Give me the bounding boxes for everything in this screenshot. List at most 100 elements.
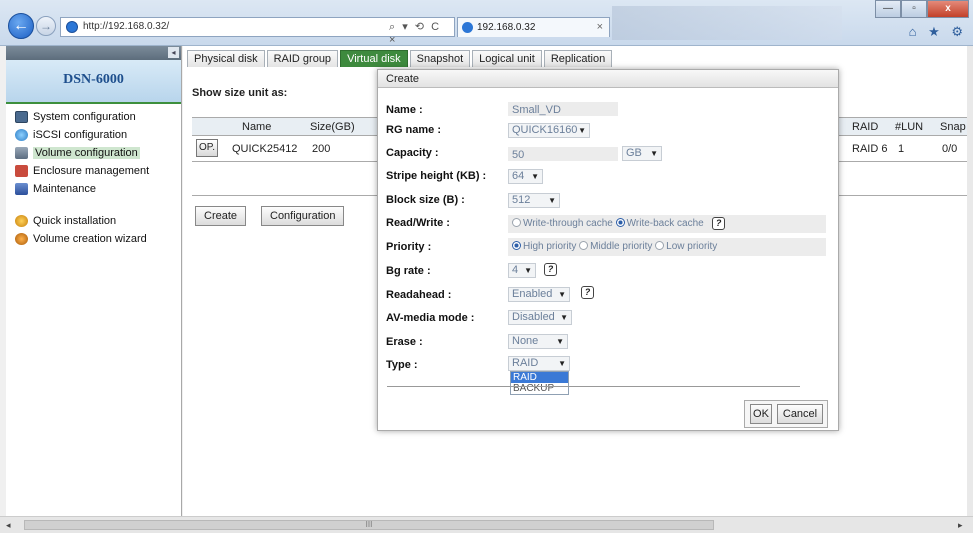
- address-bar[interactable]: http://192.168.0.32/ ⌕ ▾ ⟲ C ×: [60, 17, 455, 46]
- sidebar-item-label: Enclosure management: [33, 165, 150, 177]
- sidebar-item-volume-configuration[interactable]: Volume configuration: [6, 144, 181, 162]
- block-size-label: Block size (B) :: [386, 194, 465, 206]
- type-option-raid[interactable]: RAID: [511, 372, 568, 383]
- create-button[interactable]: Create: [195, 206, 247, 226]
- stripe-height-select[interactable]: 64 ▼: [508, 169, 543, 184]
- tab-raid-group[interactable]: RAID group: [266, 50, 339, 67]
- chevron-down-icon: ▼: [556, 337, 564, 346]
- erase-select[interactable]: None ▼: [508, 334, 568, 349]
- horizontal-scrollbar[interactable]: ◂ III ▸: [0, 516, 973, 533]
- col-size: Size(GB): [310, 121, 355, 133]
- middle-priority-radio[interactable]: [579, 241, 589, 250]
- block-size-select[interactable]: 512 ▼: [508, 193, 560, 208]
- read-write-label: Read/Write :: [386, 217, 450, 229]
- write-through-label: Write-through cache: [523, 218, 613, 229]
- browser-chrome: ← → http://192.168.0.32/ ⌕ ▾ ⟲ C × 192.1…: [0, 0, 973, 46]
- op-button[interactable]: OP.: [196, 139, 218, 157]
- scroll-left-icon[interactable]: ◂: [6, 520, 11, 531]
- tab-page-icon: [462, 22, 473, 33]
- address-tools[interactable]: ⌕ ▾ ⟲ C ×: [389, 20, 454, 46]
- scroll-thumb[interactable]: III: [24, 520, 714, 530]
- rg-name-label: RG name :: [386, 124, 442, 136]
- ok-button[interactable]: OK: [750, 404, 772, 424]
- configuration-button[interactable]: Configuration: [261, 206, 345, 226]
- collapse-icon[interactable]: ◂: [168, 47, 179, 58]
- create-dialog: Create Name : Small_VD RG name : QUICK16…: [377, 69, 839, 431]
- menu-spacer: [6, 198, 181, 212]
- type-option-backup[interactable]: BACKUP: [511, 383, 568, 394]
- priority-label: Priority :: [386, 241, 432, 253]
- maximize-button[interactable]: ▫: [901, 0, 927, 18]
- minimize-button[interactable]: —: [875, 0, 901, 18]
- high-priority-radio[interactable]: [512, 241, 521, 250]
- av-media-label: AV-media mode :: [386, 312, 475, 324]
- tab-virtual-disk[interactable]: Virtual disk: [340, 50, 408, 67]
- dialog-title: Create: [378, 70, 838, 88]
- sidebar-item-enclosure-management[interactable]: Enclosure management: [6, 162, 181, 180]
- read-write-group: Write-through cache Write-back cache ?: [508, 215, 826, 233]
- enclosure-icon: [15, 165, 28, 177]
- address-url: http://192.168.0.32/: [83, 21, 170, 32]
- block-size-value: 512: [512, 194, 531, 206]
- bg-rate-select[interactable]: 4 ▼: [508, 263, 536, 278]
- tab-physical-disk[interactable]: Physical disk: [187, 50, 265, 67]
- back-button[interactable]: ←: [8, 13, 34, 39]
- help-icon[interactable]: ?: [712, 217, 726, 230]
- tab-replication[interactable]: Replication: [543, 50, 613, 67]
- sidebar-menu: System configuration iSCSI configuration…: [6, 104, 181, 248]
- browser-tab[interactable]: 192.168.0.32 ×: [457, 17, 610, 37]
- sidebar-item-maintenance[interactable]: Maintenance: [6, 180, 181, 198]
- system-icon: [15, 111, 28, 123]
- home-favorites-settings-icons[interactable]: ⌂ ★ ⚙: [909, 24, 967, 40]
- capacity-unit-select[interactable]: GB ▼: [622, 146, 662, 161]
- chevron-down-icon: ▼: [548, 196, 556, 205]
- help-icon[interactable]: ?: [581, 286, 594, 299]
- vertical-scrollbar[interactable]: [967, 46, 973, 516]
- capacity-unit-value: GB: [626, 147, 642, 159]
- forward-button[interactable]: →: [36, 16, 56, 36]
- window-controls: — ▫ x: [875, 0, 969, 18]
- col-raid: RAID: [852, 121, 879, 133]
- low-priority-label: Low priority: [666, 241, 718, 252]
- help-icon[interactable]: ?: [544, 263, 557, 276]
- tab-snapshot[interactable]: Snapshot: [409, 50, 471, 67]
- tab-logical-unit[interactable]: Logical unit: [472, 50, 542, 67]
- iscsi-icon: [15, 129, 28, 141]
- av-media-select[interactable]: Disabled ▼: [508, 310, 572, 325]
- priority-group: High priority Middle priority Low priori…: [508, 238, 826, 256]
- stripe-height-label: Stripe height (KB) :: [386, 170, 487, 182]
- write-through-radio[interactable]: [512, 218, 521, 227]
- rg-name-select[interactable]: QUICK16160 ▼: [508, 123, 590, 138]
- type-select[interactable]: RAID ▼: [508, 356, 570, 371]
- low-priority-radio[interactable]: [655, 241, 665, 250]
- tab-close-icon[interactable]: ×: [597, 21, 603, 33]
- rg-name-value: QUICK16160: [512, 124, 578, 136]
- sidebar-item-label: Quick installation: [33, 215, 117, 227]
- chevron-down-icon: ▼: [650, 149, 658, 158]
- name-input[interactable]: Small_VD: [512, 104, 561, 116]
- product-logo: DSN-6000: [6, 60, 181, 104]
- scroll-right-icon[interactable]: ▸: [958, 520, 963, 531]
- readahead-label: Readahead :: [386, 289, 452, 301]
- sidebar-item-label: Volume creation wizard: [33, 233, 147, 245]
- bg-rate-label: Bg rate :: [386, 265, 431, 277]
- close-window-button[interactable]: x: [927, 0, 969, 18]
- cancel-button[interactable]: Cancel: [777, 404, 823, 424]
- sidebar-item-quick-installation[interactable]: Quick installation: [6, 212, 181, 230]
- sidebar-item-iscsi-configuration[interactable]: iSCSI configuration: [6, 126, 181, 144]
- chevron-down-icon: ▼: [531, 172, 539, 181]
- readahead-select[interactable]: Enabled ▼: [508, 287, 570, 302]
- background-tabs: [612, 6, 842, 40]
- readahead-value: Enabled: [512, 288, 553, 300]
- quick-install-icon: [15, 215, 28, 227]
- capacity-input[interactable]: 50: [512, 149, 524, 161]
- chevron-down-icon: ▼: [578, 126, 586, 135]
- write-back-label: Write-back cache: [626, 218, 704, 229]
- chevron-down-icon: ▼: [558, 290, 566, 299]
- write-back-radio[interactable]: [615, 218, 625, 227]
- cell-size: 200: [312, 143, 331, 155]
- capacity-field-bg: [508, 147, 618, 161]
- sidebar-item-volume-creation-wizard[interactable]: Volume creation wizard: [6, 230, 181, 248]
- sidebar-item-system-configuration[interactable]: System configuration: [6, 108, 181, 126]
- chevron-down-icon: ▼: [524, 266, 532, 275]
